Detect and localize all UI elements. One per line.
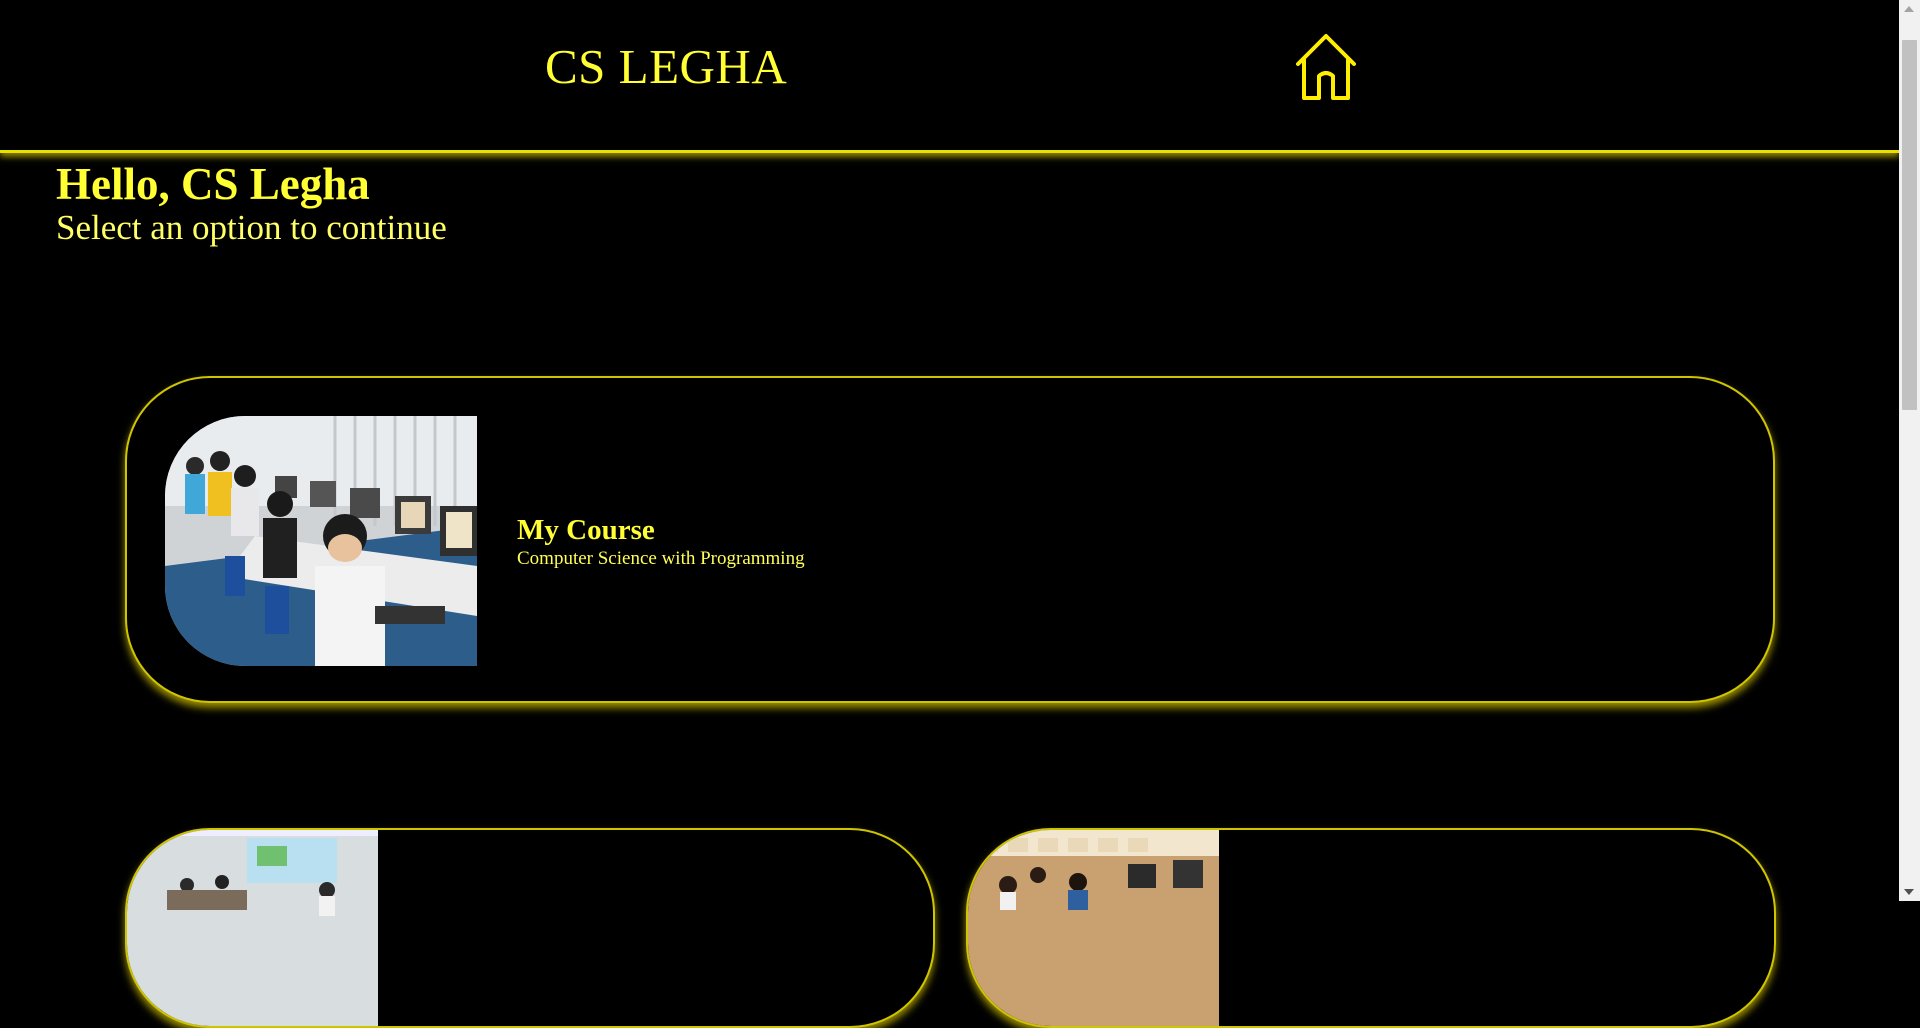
computer-lab-students-photo bbox=[968, 830, 1219, 1026]
home-icon bbox=[1296, 34, 1356, 100]
option-card-2[interactable] bbox=[125, 828, 935, 1028]
classroom-presentation-photo bbox=[127, 830, 378, 1026]
card-description: Computer Science with Programming bbox=[517, 548, 805, 569]
scroll-thumb[interactable] bbox=[1902, 40, 1917, 410]
scroll-up-arrow-icon[interactable] bbox=[1904, 6, 1914, 12]
instruction-text: Select an option to continue bbox=[56, 208, 447, 247]
scroll-down-arrow-icon[interactable] bbox=[1904, 889, 1914, 895]
greeting-heading: Hello, CS Legha bbox=[56, 159, 370, 209]
students-at-computers-photo bbox=[165, 416, 477, 666]
my-course-card[interactable]: My Course Computer Science with Programm… bbox=[125, 376, 1775, 703]
top-header: CS LEGHA bbox=[0, 0, 1899, 153]
option-card-3[interactable] bbox=[966, 828, 1776, 1028]
card-title: My Course bbox=[517, 514, 655, 546]
home-button[interactable] bbox=[1292, 30, 1360, 106]
site-title[interactable]: CS LEGHA bbox=[545, 38, 787, 95]
vertical-scrollbar[interactable] bbox=[1899, 0, 1920, 901]
